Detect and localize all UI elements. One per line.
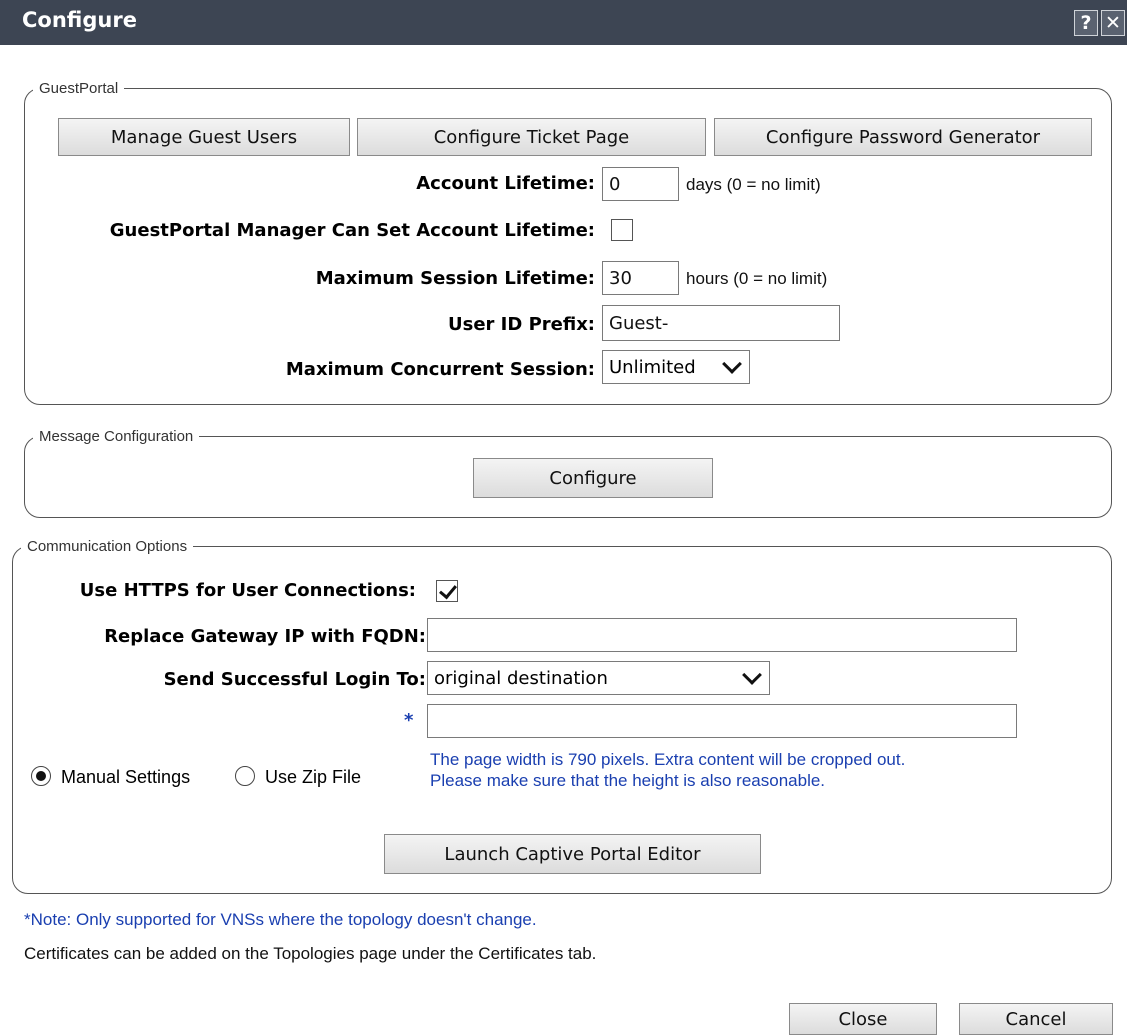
max-session-lifetime-hint: hours (0 = no limit) (686, 269, 828, 288)
page-width-info-line2: Please make sure that the height is also… (430, 771, 826, 790)
vns-topology-note: *Note: Only supported for VNSs where the… (24, 910, 537, 929)
send-login-to-select[interactable]: original destination (427, 661, 770, 695)
dialog-title-bar: Configure ? ✕ (0, 0, 1127, 45)
page-width-info-line1: The page width is 790 pixels. Extra cont… (430, 750, 906, 769)
message-configure-button[interactable]: Configure (473, 458, 713, 498)
required-marker: * (404, 710, 414, 731)
max-session-lifetime-label: Maximum Session Lifetime: (315, 268, 595, 289)
account-lifetime-hint: days (0 = no limit) (686, 175, 821, 194)
launch-captive-portal-editor-button[interactable]: Launch Captive Portal Editor (384, 834, 761, 874)
manual-settings-label: Manual Settings (61, 767, 191, 787)
account-lifetime-label: Account Lifetime: (416, 173, 595, 194)
chevron-down-icon (722, 354, 742, 374)
max-concurrent-session-select[interactable]: Unlimited (602, 350, 750, 384)
manager-can-set-lifetime-checkbox[interactable] (611, 219, 633, 241)
configure-ticket-page-button[interactable]: Configure Ticket Page (357, 118, 706, 156)
help-icon[interactable]: ? (1074, 10, 1098, 36)
configure-password-generator-button[interactable]: Configure Password Generator (714, 118, 1092, 156)
max-session-lifetime-input[interactable] (602, 261, 679, 295)
use-https-label: Use HTTPS for User Connections: (79, 580, 416, 601)
message-configuration-legend: Message Configuration (39, 428, 194, 445)
max-concurrent-session-label: Maximum Concurrent Session: (285, 359, 595, 380)
user-id-prefix-input[interactable] (602, 305, 840, 341)
send-login-to-label: Send Successful Login To: (163, 669, 426, 690)
use-zip-file-label: Use Zip File (265, 767, 362, 787)
close-icon[interactable]: ✕ (1101, 10, 1125, 36)
use-https-checkbox[interactable] (436, 580, 458, 602)
use-zip-file-radio[interactable] (235, 766, 255, 786)
account-lifetime-input[interactable] (602, 167, 679, 201)
cancel-button[interactable]: Cancel (959, 1003, 1113, 1035)
replace-gateway-input[interactable] (427, 618, 1017, 652)
close-button[interactable]: Close (789, 1003, 937, 1035)
chevron-down-icon (742, 665, 762, 685)
dialog-title: Configure (22, 8, 137, 32)
max-concurrent-session-value: Unlimited (609, 356, 696, 378)
manage-guest-users-button[interactable]: Manage Guest Users (58, 118, 350, 156)
user-id-prefix-label: User ID Prefix: (447, 314, 595, 335)
replace-gateway-label: Replace Gateway IP with FQDN: (104, 626, 426, 647)
send-login-to-value: original destination (434, 667, 608, 689)
guestportal-legend: GuestPortal (39, 80, 119, 97)
communication-options-legend: Communication Options (27, 538, 188, 555)
manager-can-set-lifetime-label: GuestPortal Manager Can Set Account Life… (109, 220, 595, 241)
login-destination-input[interactable] (427, 704, 1017, 738)
certificates-note: Certificates can be added on the Topolog… (24, 944, 597, 963)
manual-settings-radio[interactable] (31, 766, 51, 786)
